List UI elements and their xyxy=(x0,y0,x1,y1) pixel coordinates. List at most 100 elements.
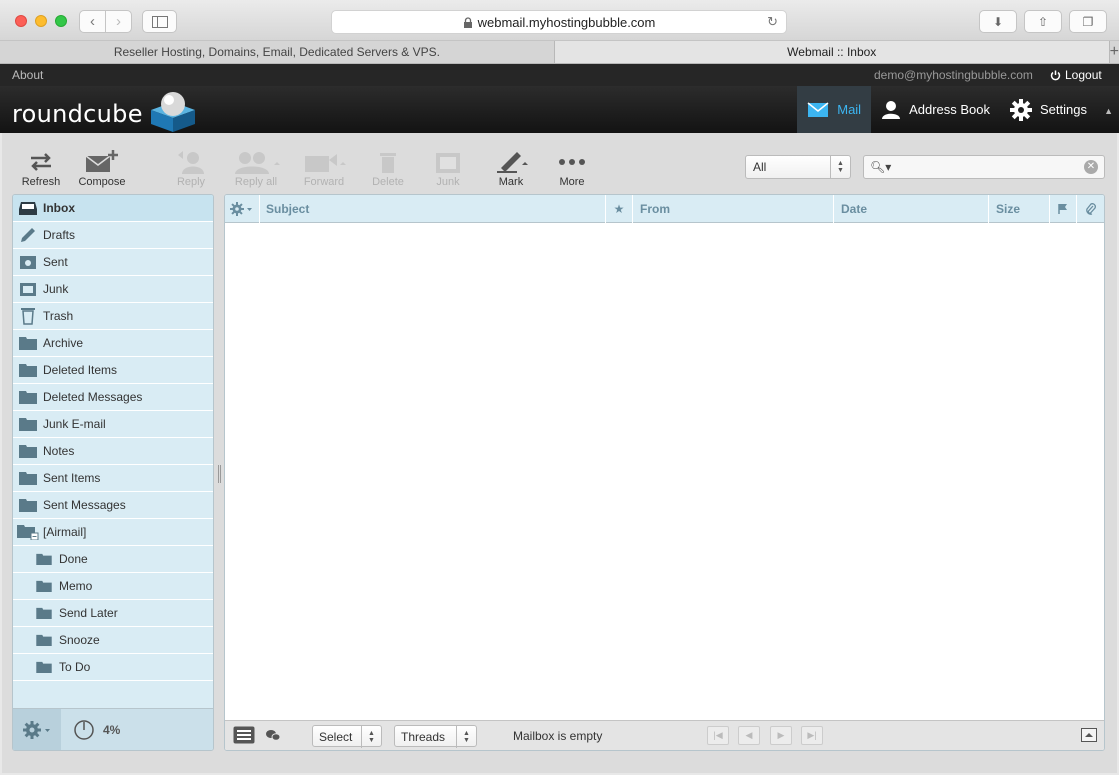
column-attachment[interactable] xyxy=(1077,195,1104,223)
share-button[interactable]: ⇧ xyxy=(1024,10,1062,33)
gear-icon xyxy=(23,721,50,739)
folder-snooze[interactable]: Snooze xyxy=(13,627,213,654)
folder-archive[interactable]: Archive xyxy=(13,330,213,357)
folder-deleted-messages[interactable]: Deleted Messages xyxy=(13,384,213,411)
refresh-button[interactable]: Refresh xyxy=(9,148,73,190)
folder-label: Inbox xyxy=(43,201,75,215)
filter-value: All xyxy=(753,160,767,174)
threads-dropdown[interactable]: Threads ▲ ▼ xyxy=(394,725,477,748)
folder-label: Deleted Messages xyxy=(43,390,143,404)
task-mail[interactable]: Mail xyxy=(797,86,872,133)
first-page-button[interactable]: |◀ xyxy=(707,726,729,745)
folder-drafts[interactable]: Drafts xyxy=(13,222,213,249)
folder-label: Junk E-mail xyxy=(43,417,106,431)
downloads-button[interactable]: ⬇ xyxy=(979,10,1017,33)
threads-view-icon[interactable] xyxy=(265,728,281,745)
quota-gauge-icon xyxy=(74,720,94,740)
folder-notes[interactable]: Notes xyxy=(13,438,213,465)
folder-sent[interactable]: Sent xyxy=(13,249,213,276)
folder-label: Sent Messages xyxy=(43,498,126,512)
folder-sent-messages[interactable]: Sent Messages xyxy=(13,492,213,519)
forward-icon[interactable]: › xyxy=(105,11,131,32)
task-settings[interactable]: Settings xyxy=(1000,86,1097,133)
close-window-button[interactable] xyxy=(15,15,27,27)
next-page-button[interactable]: ▶ xyxy=(770,726,792,745)
reply-button[interactable]: Reply xyxy=(159,148,223,190)
folder-done[interactable]: Done xyxy=(13,546,213,573)
pane-splitter[interactable] xyxy=(218,465,221,483)
more-button[interactable]: More xyxy=(540,148,604,190)
folder-inbox[interactable]: Inbox xyxy=(13,195,213,222)
folder-sent-items[interactable]: Sent Items xyxy=(13,465,213,492)
task-address-book[interactable]: Address Book xyxy=(871,86,1000,133)
folder-junk[interactable]: Junk xyxy=(13,276,213,303)
browser-tab-active[interactable]: Webmail :: Inbox xyxy=(554,41,1110,63)
delete-button[interactable]: Delete xyxy=(356,148,420,190)
select-dropdown[interactable]: Select ▲ ▼ xyxy=(312,725,382,748)
folder-airmail[interactable]: [Airmail] xyxy=(13,519,213,546)
folder-memo[interactable]: Memo xyxy=(13,573,213,600)
reload-icon[interactable]: ↻ xyxy=(767,14,778,30)
sidebar-toggle-button[interactable] xyxy=(142,10,177,33)
logout-link[interactable]: Logout xyxy=(1050,68,1102,82)
browser-tab[interactable]: Reseller Hosting, Domains, Email, Dedica… xyxy=(0,41,555,63)
message-filter-select[interactable]: All ▲ ▼ xyxy=(745,155,851,179)
previous-page-button[interactable]: ◀ xyxy=(738,726,760,745)
column-subject[interactable]: Subject xyxy=(260,195,606,223)
junk-button[interactable]: Junk xyxy=(416,148,480,190)
previous-page-icon: ◀ xyxy=(745,730,753,740)
new-tab-icon[interactable]: + xyxy=(1110,41,1119,63)
select-arrows-icon: ▲ ▼ xyxy=(361,726,381,748)
sidebar-icon xyxy=(151,15,168,28)
gear-icon xyxy=(230,202,252,216)
folder-deleted-items[interactable]: Deleted Items xyxy=(13,357,213,384)
tabs-icon: ❐ xyxy=(1082,14,1094,29)
address-bar[interactable]: webmail.myhostingbubble.com ↻ xyxy=(331,10,787,34)
folder-icon xyxy=(19,445,37,458)
column-from[interactable]: From xyxy=(633,195,834,223)
envelope-icon xyxy=(807,101,829,117)
caret-up-icon[interactable]: ▲ xyxy=(1104,106,1113,116)
folder-icon xyxy=(36,634,52,646)
compose-icon xyxy=(85,150,118,172)
folder-label: Sent Items xyxy=(43,471,101,485)
folder-to-do[interactable]: To Do xyxy=(13,654,213,681)
folder-send-later[interactable]: Send Later xyxy=(13,600,213,627)
back-icon[interactable]: ‹ xyxy=(80,11,105,32)
column-flag-star[interactable]: ★ xyxy=(606,195,633,223)
folder-label: Trash xyxy=(43,309,74,323)
list-mode-icon[interactable] xyxy=(233,726,255,747)
folder-icon xyxy=(36,661,52,673)
folder-icon xyxy=(19,337,37,350)
toggle-preview-icon[interactable] xyxy=(1081,728,1097,745)
compose-button[interactable]: Compose xyxy=(70,148,134,190)
list-options-button[interactable] xyxy=(225,195,260,223)
minimize-window-button[interactable] xyxy=(35,15,47,27)
mark-button[interactable]: Mark xyxy=(479,148,543,190)
folder-actions-button[interactable] xyxy=(13,709,61,750)
refresh-icon xyxy=(31,153,51,171)
next-page-icon: ▶ xyxy=(777,730,785,740)
reply-all-button[interactable]: Reply all xyxy=(224,148,288,190)
junk-label: Junk xyxy=(436,176,460,188)
column-size[interactable]: Size xyxy=(989,195,1050,223)
search-icon[interactable]: 🔍︎▾ xyxy=(870,160,891,174)
select-arrows-icon: ▲ ▼ xyxy=(830,156,850,178)
task-mail-label: Mail xyxy=(837,102,862,117)
folder-icon xyxy=(36,607,52,619)
zoom-window-button[interactable] xyxy=(55,15,67,27)
about-link[interactable]: About xyxy=(12,68,43,82)
tabs-overview-button[interactable]: ❐ xyxy=(1069,10,1107,33)
column-date[interactable]: Date xyxy=(834,195,989,223)
trash-folder-icon xyxy=(21,308,35,325)
folder-trash[interactable]: Trash xyxy=(13,303,213,330)
roundcube-logo[interactable]: roundcube xyxy=(12,92,199,132)
search-box[interactable]: 🔍︎▾ ✕ xyxy=(863,155,1105,179)
folder-junk-email[interactable]: Junk E-mail xyxy=(13,411,213,438)
clear-search-icon[interactable]: ✕ xyxy=(1084,160,1098,174)
forward-button[interactable]: Forward xyxy=(292,148,356,190)
last-page-button[interactable]: ▶| xyxy=(801,726,823,745)
column-flag[interactable] xyxy=(1050,195,1077,223)
flag-icon xyxy=(1058,204,1067,214)
folder-label: Archive xyxy=(43,336,84,350)
